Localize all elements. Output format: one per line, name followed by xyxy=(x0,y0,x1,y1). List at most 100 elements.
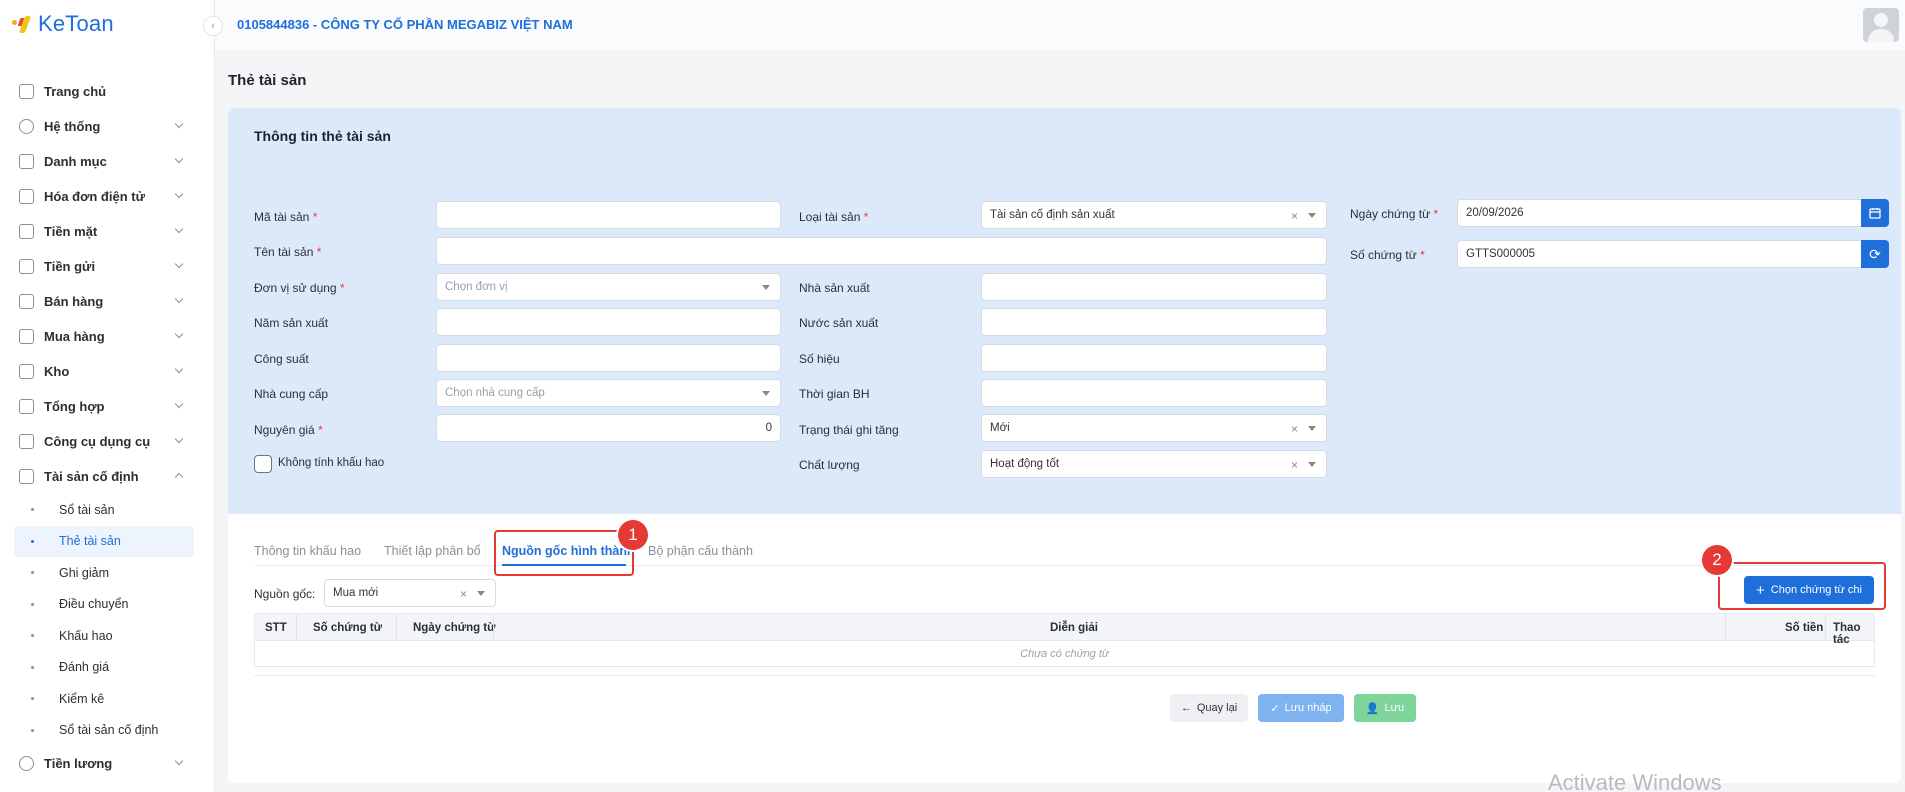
avatar[interactable] xyxy=(1863,8,1899,42)
chevron-down-icon xyxy=(174,119,184,129)
chevron-down-icon xyxy=(174,756,184,766)
clear-icon[interactable]: × xyxy=(460,587,467,601)
user-check-icon: 👤 xyxy=(1365,702,1380,715)
clear-icon[interactable]: × xyxy=(1291,458,1298,472)
car-icon xyxy=(19,469,34,484)
tab-bo-phan-cau-thanh[interactable]: Bộ phận cấu thành xyxy=(648,544,753,558)
so-hieu-input[interactable] xyxy=(981,344,1327,372)
chevron-down-icon xyxy=(174,364,184,374)
bullet-icon xyxy=(31,697,34,700)
caret-down-icon xyxy=(762,285,770,290)
logo-text: KeToan xyxy=(38,11,114,36)
ngay-chung-tu-input[interactable]: 20/09/2026 xyxy=(1457,199,1862,227)
sidebar-item-danh-muc[interactable]: Danh mục xyxy=(0,144,214,179)
trang-thai-ghi-tang-label: Trạng thái ghi tăng xyxy=(799,423,899,437)
clear-icon[interactable]: × xyxy=(1291,209,1298,223)
sidebar-item-he-thong[interactable]: Hệ thống xyxy=(0,109,214,144)
sidebar-item-trang-chu[interactable]: Trang chủ xyxy=(0,74,214,109)
cart-icon xyxy=(19,329,34,344)
sidebar-item-kho[interactable]: Kho xyxy=(0,354,214,389)
sidebar-subitem-khau-hao[interactable]: Khấu hao xyxy=(14,620,194,652)
calendar-button[interactable] xyxy=(1861,199,1889,227)
nha-cung-cap-select[interactable]: Chọn nhà cung cấp xyxy=(436,379,781,407)
sidebar-subitem-danh-gia[interactable]: Đánh giá xyxy=(14,652,194,684)
ngay-chung-tu-label: Ngày chứng từ * xyxy=(1350,207,1439,221)
nuoc-san-xuat-label: Nước sản xuất xyxy=(799,316,879,330)
chart-icon xyxy=(19,399,34,414)
tab-thong-tin-khau-hao[interactable]: Thông tin khấu hao xyxy=(254,544,361,558)
sidebar-item-mua-hang[interactable]: Mua hàng xyxy=(0,319,214,354)
nguyen-gia-input[interactable]: 0 xyxy=(436,414,781,442)
chon-chung-tu-chi-button[interactable]: + Chọn chứng từ chi xyxy=(1744,576,1874,604)
sidebar-item-label: Công cụ dụng cụ xyxy=(44,434,151,449)
bullet-icon xyxy=(31,602,34,606)
cong-suat-input[interactable] xyxy=(436,344,781,372)
nha-san-xuat-label: Nhà sản xuất xyxy=(799,281,870,295)
caret-down-icon xyxy=(477,591,485,596)
don-vi-placeholder: Chọn đơn vị xyxy=(445,281,508,293)
page-title: Thẻ tài sản xyxy=(228,72,307,89)
bag-icon xyxy=(19,294,34,309)
company-name[interactable]: 0105844836 - CÔNG TY CỔ PHẦN MEGABIZ VIỆ… xyxy=(237,17,573,32)
sidebar-item-tien-gui[interactable]: Tiền gửi xyxy=(0,249,214,284)
sidebar-subitem-kiem-ke[interactable]: Kiểm kê xyxy=(14,683,194,715)
sidebar-subitem-the-tai-san[interactable]: Thẻ tài sản xyxy=(14,525,194,557)
ma-tai-san-input[interactable] xyxy=(436,201,781,229)
sidebar-item-label: Trang chủ xyxy=(44,84,107,99)
sidebar-item-ban-hang[interactable]: Bán hàng xyxy=(0,284,214,319)
tab-thiet-lap-phan-bo[interactable]: Thiết lập phân bổ xyxy=(384,544,481,558)
sidebar-item-hoa-don[interactable]: Hóa đơn điện tử xyxy=(0,179,214,214)
activate-windows-watermark: Activate Windows xyxy=(1548,770,1722,792)
arrow-left-icon: ← xyxy=(1180,702,1192,714)
chevron-down-icon xyxy=(174,154,184,164)
chat-luong-select[interactable]: Hoạt động tốt × xyxy=(981,450,1327,478)
loai-tai-san-value: Tài sản cố định sản xuất xyxy=(990,209,1115,221)
gear-icon xyxy=(19,119,34,134)
asset-card-form: Thông tin thẻ tài sản Mã tài sản * Tên t… xyxy=(228,108,1901,783)
sidebar-subitem-dieu-chuyen[interactable]: Điều chuyển xyxy=(14,589,194,621)
nam-san-xuat-input[interactable] xyxy=(436,308,781,336)
thoi-gian-bh-input[interactable] xyxy=(981,379,1327,407)
chevron-down-icon xyxy=(174,259,184,269)
sidebar-item-label: Tiền mặt xyxy=(44,224,98,239)
trang-thai-ghi-tang-select[interactable]: Mới × xyxy=(981,414,1327,442)
sidebar-item-tien-luong[interactable]: Tiền lương xyxy=(0,746,214,781)
sidebar-item-tai-san-co-dinh[interactable]: Tài sản cố định xyxy=(0,459,214,494)
chevron-up-icon xyxy=(174,472,184,482)
app-logo[interactable]: KeToan xyxy=(12,11,114,36)
don-vi-su-dung-label: Đơn vị sử dụng * xyxy=(254,281,345,295)
sidebar-subitem-so-tscd[interactable]: Sổ tài sản cố định xyxy=(14,715,194,747)
annotation-box-1 xyxy=(494,530,634,576)
cash-icon xyxy=(19,224,34,239)
sidebar-item-label: Tài sản cố định xyxy=(44,469,139,484)
save-draft-button[interactable]: ✓ Lưu nháp xyxy=(1258,694,1344,722)
sidebar-subitem-label: Sổ tài sản cố định xyxy=(59,723,159,738)
collapse-sidebar-button[interactable]: ‹ xyxy=(203,16,223,36)
sidebar-subitem-ghi-giam[interactable]: Ghi giảm xyxy=(14,557,194,589)
so-chung-tu-input[interactable]: GTTS000005 xyxy=(1457,240,1862,268)
sidebar-item-tien-mat[interactable]: Tiền mặt xyxy=(0,214,214,249)
table-header: STT Số chứng từ Ngày chứng từ Diễn giải … xyxy=(254,613,1875,646)
don-vi-su-dung-select[interactable]: Chọn đơn vị xyxy=(436,273,781,301)
chevron-down-icon xyxy=(174,434,184,444)
sidebar-item-label: Danh mục xyxy=(44,154,107,169)
ten-tai-san-input[interactable] xyxy=(436,237,1327,265)
nha-san-xuat-input[interactable] xyxy=(981,273,1327,301)
sidebar-item-tong-hop[interactable]: Tổng hợp xyxy=(0,389,214,424)
chevron-left-icon: ‹ xyxy=(211,20,215,32)
khong-tinh-khau-hao-checkbox[interactable] xyxy=(254,455,272,473)
back-label: Quay lại xyxy=(1196,702,1238,714)
back-button[interactable]: ← Quay lại xyxy=(1170,694,1248,722)
sidebar-subitem-so-tai-san[interactable]: Sổ tài sản xyxy=(14,494,194,526)
clear-icon[interactable]: × xyxy=(1291,422,1298,436)
loai-tai-san-select[interactable]: Tài sản cố định sản xuất × xyxy=(981,201,1327,229)
sidebar-item-cong-cu[interactable]: Công cụ dụng cụ xyxy=(0,424,214,459)
annotation-badge-1: 1 xyxy=(618,520,648,550)
bullet-icon xyxy=(31,634,34,637)
bullet-icon xyxy=(31,728,34,732)
save-button[interactable]: 👤 Lưu xyxy=(1354,694,1416,722)
nguon-goc-select[interactable]: Mua mới × xyxy=(324,579,496,607)
refresh-button[interactable]: ⟳ xyxy=(1861,240,1889,268)
trang-thai-value: Mới xyxy=(990,422,1010,434)
nuoc-san-xuat-input[interactable] xyxy=(981,308,1327,336)
